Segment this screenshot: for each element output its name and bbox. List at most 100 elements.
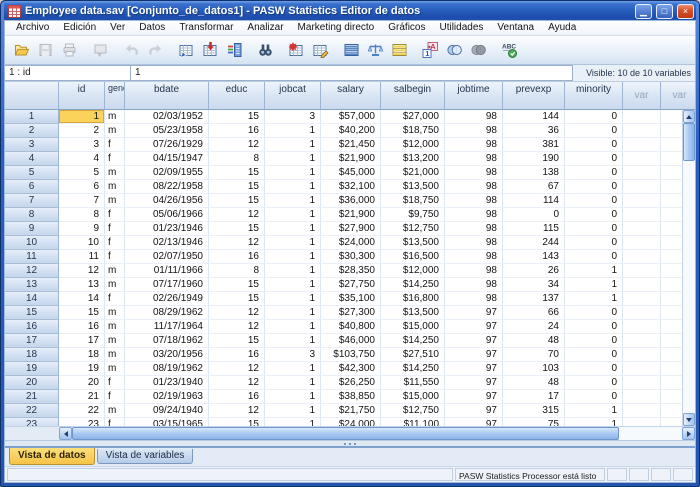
minimize-button[interactable]: ▁ xyxy=(635,4,652,19)
data-cell[interactable]: 15 xyxy=(209,166,265,180)
data-cell[interactable]: $40,800 xyxy=(321,320,381,334)
data-cell[interactable]: 11 xyxy=(59,250,105,264)
data-cell[interactable]: 70 xyxy=(503,348,565,362)
empty-var-cell[interactable] xyxy=(623,124,661,138)
data-cell[interactable]: 1 xyxy=(59,110,105,124)
data-cell[interactable]: 98 xyxy=(445,110,503,124)
data-cell[interactable]: 1 xyxy=(265,180,321,194)
data-cell[interactable]: f xyxy=(105,418,125,426)
data-cell[interactable]: f xyxy=(105,152,125,166)
data-cell[interactable]: m xyxy=(105,334,125,348)
row-number[interactable]: 21 xyxy=(5,390,59,404)
data-cell[interactable]: 02/03/1952 xyxy=(125,110,209,124)
data-cell[interactable]: $24,000 xyxy=(321,236,381,250)
row-number[interactable]: 9 xyxy=(5,222,59,236)
data-cell[interactable]: 0 xyxy=(565,320,623,334)
data-cell[interactable]: 98 xyxy=(445,138,503,152)
data-cell[interactable]: 1 xyxy=(265,194,321,208)
data-cell[interactable]: $14,250 xyxy=(381,334,445,348)
data-cell[interactable]: 0 xyxy=(565,390,623,404)
data-cell[interactable]: 18 xyxy=(59,348,105,362)
empty-var-cell[interactable] xyxy=(623,208,661,222)
data-cell[interactable]: 98 xyxy=(445,236,503,250)
empty-var-cell[interactable] xyxy=(623,194,661,208)
data-cell[interactable]: m xyxy=(105,194,125,208)
data-cell[interactable]: 26 xyxy=(503,264,565,278)
data-cell[interactable]: 0 xyxy=(565,376,623,390)
data-cell[interactable]: 17 xyxy=(59,334,105,348)
scroll-right-icon[interactable] xyxy=(682,427,695,440)
data-cell[interactable]: m xyxy=(105,348,125,362)
use-variable-sets-icon[interactable] xyxy=(442,38,466,62)
data-cell[interactable]: 1 xyxy=(265,152,321,166)
data-cell[interactable]: 34 xyxy=(503,278,565,292)
data-cell[interactable]: 12 xyxy=(209,404,265,418)
data-cell[interactable]: 09/24/1940 xyxy=(125,404,209,418)
select-cases-icon[interactable] xyxy=(387,38,411,62)
data-cell[interactable]: 1 xyxy=(565,292,623,306)
data-cell[interactable]: 15 xyxy=(59,306,105,320)
data-cell[interactable]: 97 xyxy=(445,404,503,418)
data-cell[interactable]: 1 xyxy=(265,208,321,222)
column-header-jobtime[interactable]: jobtime xyxy=(445,82,503,110)
data-cell[interactable]: $13,200 xyxy=(381,152,445,166)
data-cell[interactable]: 4 xyxy=(59,152,105,166)
data-cell[interactable]: 1 xyxy=(265,124,321,138)
data-cell[interactable]: 07/17/1960 xyxy=(125,278,209,292)
data-cell[interactable]: 97 xyxy=(445,334,503,348)
row-number[interactable]: 3 xyxy=(5,138,59,152)
column-header-gender[interactable]: gender xyxy=(105,82,125,110)
data-cell[interactable]: 97 xyxy=(445,390,503,404)
data-cell[interactable]: m xyxy=(105,180,125,194)
data-cell[interactable]: $13,500 xyxy=(381,306,445,320)
weight-cases-icon[interactable] xyxy=(363,38,387,62)
data-cell[interactable]: $11,100 xyxy=(381,418,445,426)
data-cell[interactable]: 23 xyxy=(59,418,105,426)
data-cell[interactable]: 1 xyxy=(265,236,321,250)
empty-var-cell[interactable] xyxy=(623,152,661,166)
data-cell[interactable]: $27,000 xyxy=(381,110,445,124)
data-cell[interactable]: f xyxy=(105,250,125,264)
data-cell[interactable]: $30,300 xyxy=(321,250,381,264)
data-cell[interactable]: 75 xyxy=(503,418,565,426)
data-cell[interactable]: 15 xyxy=(209,180,265,194)
row-number[interactable]: 11 xyxy=(5,250,59,264)
data-cell[interactable]: 19 xyxy=(59,362,105,376)
data-cell[interactable]: 5 xyxy=(59,166,105,180)
data-cell[interactable]: 07/26/1929 xyxy=(125,138,209,152)
data-cell[interactable]: 05/06/1966 xyxy=(125,208,209,222)
data-cell[interactable]: f xyxy=(105,390,125,404)
data-cell[interactable]: 98 xyxy=(445,194,503,208)
horizontal-scrollbar[interactable] xyxy=(59,426,695,440)
data-cell[interactable]: $26,250 xyxy=(321,376,381,390)
data-cell[interactable]: $13,500 xyxy=(381,236,445,250)
data-cell[interactable]: 1 xyxy=(265,376,321,390)
empty-var-cell[interactable] xyxy=(623,236,661,250)
data-cell[interactable]: f xyxy=(105,376,125,390)
data-cell[interactable]: 12 xyxy=(209,208,265,222)
data-cell[interactable]: 1 xyxy=(565,264,623,278)
data-cell[interactable]: 1 xyxy=(265,166,321,180)
row-number[interactable]: 19 xyxy=(5,362,59,376)
data-cell[interactable]: 14 xyxy=(59,292,105,306)
column-header-jobcat[interactable]: jobcat xyxy=(265,82,321,110)
data-cell[interactable]: 1 xyxy=(265,390,321,404)
data-cell[interactable]: m xyxy=(105,166,125,180)
data-cell[interactable]: 17 xyxy=(503,390,565,404)
tab-data-view[interactable]: Vista de datos xyxy=(9,448,95,465)
data-cell[interactable]: m xyxy=(105,362,125,376)
data-cell[interactable]: 97 xyxy=(445,418,503,426)
empty-var-cell[interactable] xyxy=(623,376,661,390)
data-cell[interactable]: 98 xyxy=(445,180,503,194)
data-cell[interactable]: m xyxy=(105,264,125,278)
variables-icon[interactable] xyxy=(222,38,246,62)
row-number[interactable]: 7 xyxy=(5,194,59,208)
data-cell[interactable]: 1 xyxy=(265,278,321,292)
data-cell[interactable]: 08/29/1962 xyxy=(125,306,209,320)
data-cell[interactable]: 97 xyxy=(445,376,503,390)
column-header-id[interactable]: id xyxy=(59,82,105,110)
data-cell[interactable]: 12 xyxy=(209,362,265,376)
data-cell[interactable]: 0 xyxy=(565,222,623,236)
data-cell[interactable]: 0 xyxy=(565,194,623,208)
data-cell[interactable]: $15,000 xyxy=(381,320,445,334)
